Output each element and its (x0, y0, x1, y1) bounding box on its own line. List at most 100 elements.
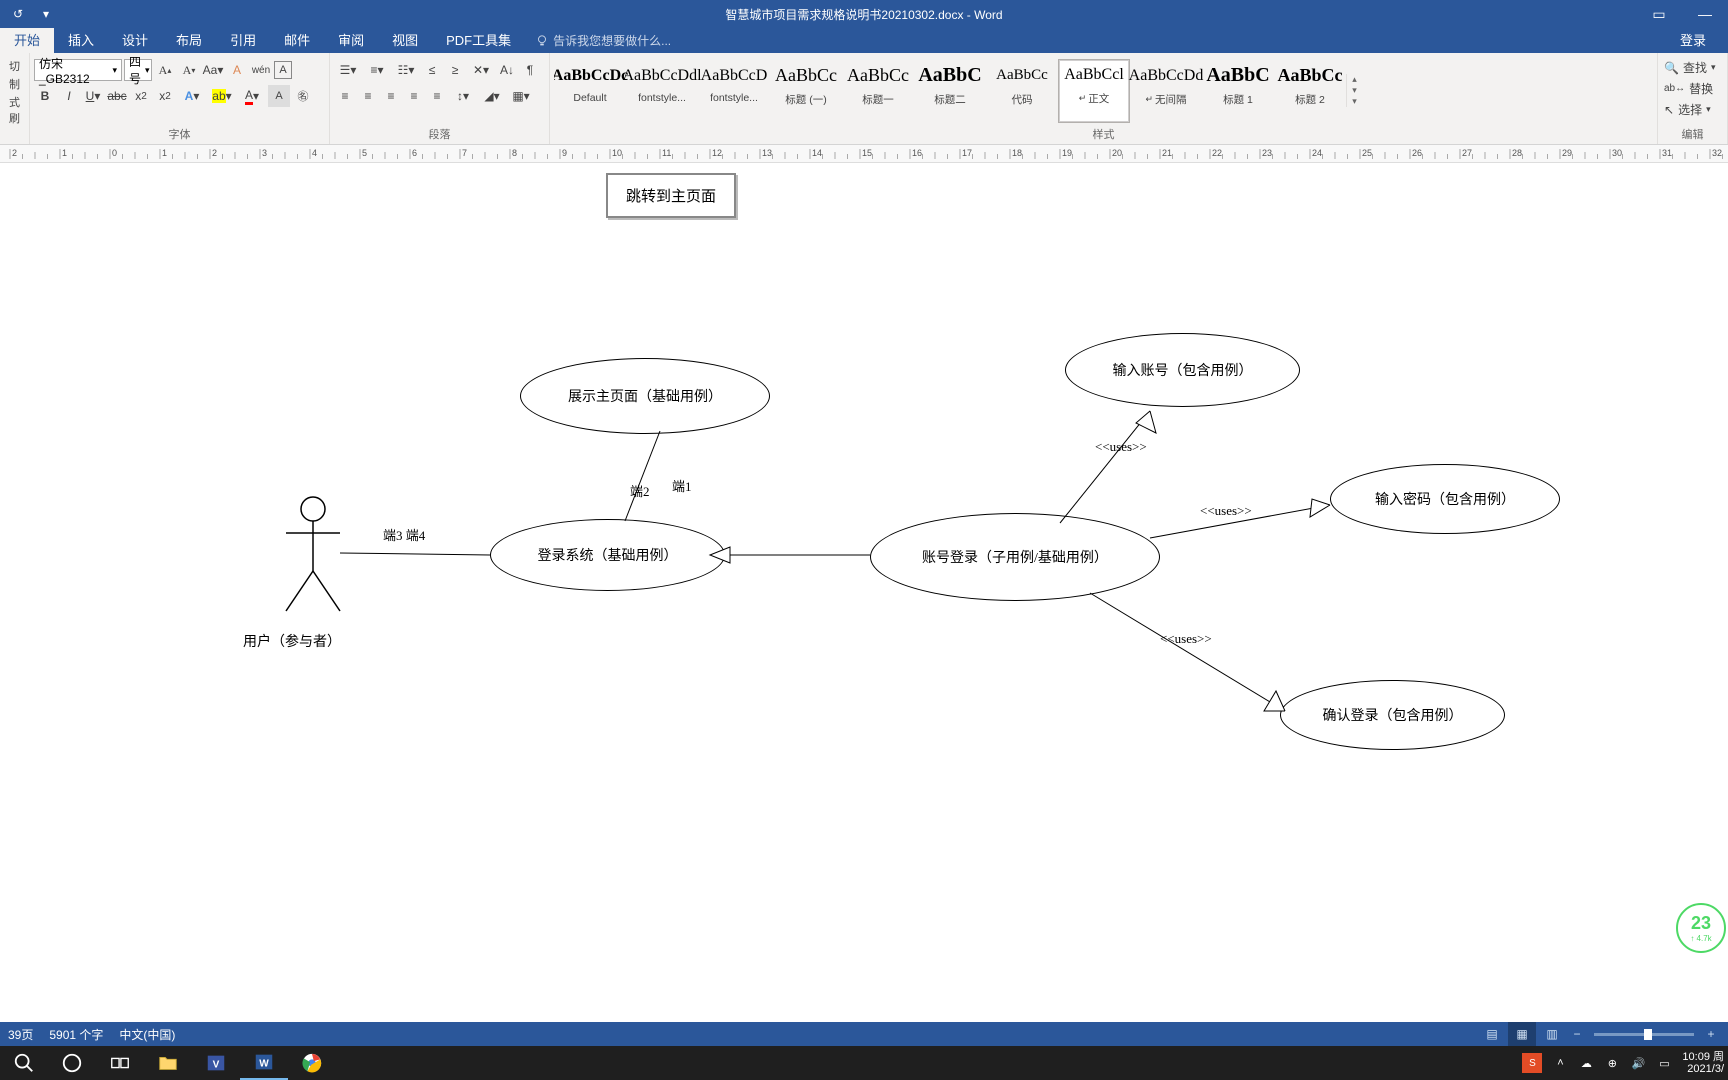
zoom-out-button[interactable]: − (1568, 1027, 1586, 1041)
tab-pdf-tools[interactable]: PDF工具集 (432, 28, 525, 53)
align-distribute-button[interactable]: ≡ (426, 85, 448, 107)
tab-layout[interactable]: 布局 (162, 28, 216, 53)
diagram: 跳转到主页面 展示主页面（基础用例） 登录系统（基础用例） 账号登录（子用例/基… (0, 163, 1728, 1048)
align-right-button[interactable]: ≡ (380, 85, 402, 107)
tab-insert[interactable]: 插入 (54, 28, 108, 53)
zoom-thumb[interactable] (1644, 1029, 1652, 1040)
taskbar-cortana-button[interactable] (48, 1046, 96, 1080)
grow-font-button[interactable]: A▴ (154, 59, 176, 81)
tab-view[interactable]: 视图 (378, 28, 432, 53)
qat-dropdown-icon[interactable]: ▾ (36, 4, 56, 24)
numbering-button[interactable]: ≡▾ (363, 59, 391, 81)
status-language[interactable]: 中文(中国) (119, 1026, 175, 1043)
style-item-3[interactable]: AaBbCc标题 (一) (770, 59, 842, 123)
tab-design[interactable]: 设计 (108, 28, 162, 53)
view-read-mode-button[interactable]: ▤ (1478, 1022, 1506, 1046)
style-item-10[interactable]: AaBbCc标题 2 (1274, 59, 1346, 123)
style-item-5[interactable]: AaBbC标题二 (914, 59, 986, 123)
autosave-icon[interactable]: ↺ (8, 4, 28, 24)
taskbar-search-button[interactable] (0, 1046, 48, 1080)
superscript-button[interactable]: x2 (154, 85, 176, 107)
cut-button[interactable]: 切 (4, 57, 25, 75)
status-page[interactable]: 39页 (8, 1026, 33, 1043)
style-item-2[interactable]: AaBbCcDfontstyle... (698, 59, 770, 123)
borders-button[interactable]: ▦▾ (507, 85, 535, 107)
align-center-button[interactable]: ≡ (357, 85, 379, 107)
taskbar-explorer-button[interactable] (144, 1046, 192, 1080)
shading-button[interactable]: ◢▾ (478, 85, 506, 107)
asian-layout-button[interactable]: ✕▾ (467, 59, 495, 81)
bullets-button[interactable]: ☰▾ (334, 59, 362, 81)
show-marks-button[interactable]: ¶ (519, 59, 541, 81)
gallery-up-icon[interactable]: ▴ (1347, 74, 1362, 85)
login-button[interactable]: 登录 (1666, 28, 1720, 53)
select-button[interactable]: ↖选择▾ (1662, 99, 1723, 120)
view-print-layout-button[interactable]: ▦ (1508, 1022, 1536, 1046)
clear-formatting-button[interactable]: A (226, 59, 248, 81)
tab-references[interactable]: 引用 (216, 28, 270, 53)
format-painter-button[interactable]: 式刷 (4, 93, 25, 127)
style-item-9[interactable]: AaBbC标题 1 (1202, 59, 1274, 123)
increase-indent-button[interactable]: ≥ (444, 59, 466, 81)
tray-chevron-up-icon[interactable]: ˄ (1552, 1055, 1568, 1071)
subscript-button[interactable]: x2 (130, 85, 152, 107)
tab-home[interactable]: 开始 (0, 28, 54, 53)
multilevel-list-button[interactable]: ☷▾ (392, 59, 420, 81)
taskbar-word-button[interactable]: W (240, 1046, 288, 1080)
replace-button[interactable]: ab↔替换 (1662, 78, 1723, 99)
text-effects-button[interactable]: A▾ (178, 85, 206, 107)
tab-review[interactable]: 审阅 (324, 28, 378, 53)
decrease-indent-button[interactable]: ≤ (421, 59, 443, 81)
tray-network-icon[interactable]: ⊕ (1604, 1055, 1620, 1071)
phonetic-guide-button[interactable]: wén (250, 59, 272, 81)
style-item-6[interactable]: AaBbCc代码 (986, 59, 1058, 123)
font-size-selector[interactable]: 四号▾ (124, 59, 152, 81)
document-canvas[interactable]: 跳转到主页面 展示主页面（基础用例） 登录系统（基础用例） 账号登录（子用例/基… (0, 163, 1728, 1048)
tell-me-search[interactable]: 告诉我您想要做什么... (535, 32, 671, 49)
copy-button[interactable]: 制 (4, 75, 25, 93)
style-item-0[interactable]: AaBbCcDcDefault (554, 59, 626, 123)
minimize-button[interactable]: — (1682, 0, 1728, 28)
style-item-8[interactable]: AaBbCcDd↵无间隔 (1130, 59, 1202, 123)
underline-button[interactable]: U▾ (82, 85, 104, 107)
taskbar-visio-button[interactable]: V (192, 1046, 240, 1080)
strikethrough-button[interactable]: abc (106, 85, 128, 107)
ribbon-options-icon[interactable]: ▭ (1636, 0, 1682, 28)
tray-clock[interactable]: 10:09 周 2021/3/ (1682, 1051, 1724, 1075)
style-item-4[interactable]: AaBbCc标题一 (842, 59, 914, 123)
sort-button[interactable]: A↓ (496, 59, 518, 81)
tray-onedrive-icon[interactable]: ☁ (1578, 1055, 1594, 1071)
align-justify-button[interactable]: ≡ (403, 85, 425, 107)
enclose-char-button[interactable]: ㊔ (292, 85, 314, 107)
tray-battery-icon[interactable]: ▭ (1656, 1055, 1672, 1071)
zoom-slider[interactable] (1594, 1033, 1694, 1036)
zoom-in-button[interactable]: + (1702, 1027, 1720, 1041)
gallery-expand-icon[interactable]: ▾ (1347, 96, 1362, 107)
style-item-7[interactable]: AaBbCcl↵正文 (1058, 59, 1130, 123)
tray-volume-icon[interactable]: 🔊 (1630, 1055, 1646, 1071)
taskbar-chrome-button[interactable] (288, 1046, 336, 1080)
taskbar-taskview-button[interactable] (96, 1046, 144, 1080)
style-item-1[interactable]: AaBbCcDdlfontstyle... (626, 59, 698, 123)
align-left-button[interactable]: ≡ (334, 85, 356, 107)
shrink-font-button[interactable]: A▾ (178, 59, 200, 81)
char-border-button[interactable]: A (274, 61, 292, 79)
font-family-selector[interactable]: 仿宋_GB2312▾ (34, 59, 122, 81)
bold-button[interactable]: B (34, 85, 56, 107)
tray-sogou-icon[interactable]: S (1522, 1053, 1542, 1073)
font-color-button[interactable]: A▾ (238, 85, 266, 107)
find-button[interactable]: 🔍查找▾ (1662, 57, 1723, 78)
status-word-count[interactable]: 5901 个字 (49, 1026, 103, 1043)
italic-button[interactable]: I (58, 85, 80, 107)
horizontal-ruler[interactable]: 3210123456789101112131415161718192021222… (0, 145, 1728, 163)
char-shading-button[interactable]: A (268, 85, 290, 107)
view-web-layout-button[interactable]: ▥ (1538, 1022, 1566, 1046)
ribbon: 切 制 式刷 仿宋_GB2312▾ 四号▾ A▴ A▾ Aa▾ A wén A … (0, 53, 1728, 145)
style-gallery-scroll[interactable]: ▴ ▾ ▾ (1346, 74, 1362, 107)
highlight-button[interactable]: ab▾ (208, 85, 236, 107)
gallery-down-icon[interactable]: ▾ (1347, 85, 1362, 96)
line-spacing-button[interactable]: ↕▾ (449, 85, 477, 107)
change-case-button[interactable]: Aa▾ (202, 59, 224, 81)
tab-mailings[interactable]: 邮件 (270, 28, 324, 53)
fitness-badge[interactable]: 23 ↑ 4.7k (1676, 903, 1726, 953)
